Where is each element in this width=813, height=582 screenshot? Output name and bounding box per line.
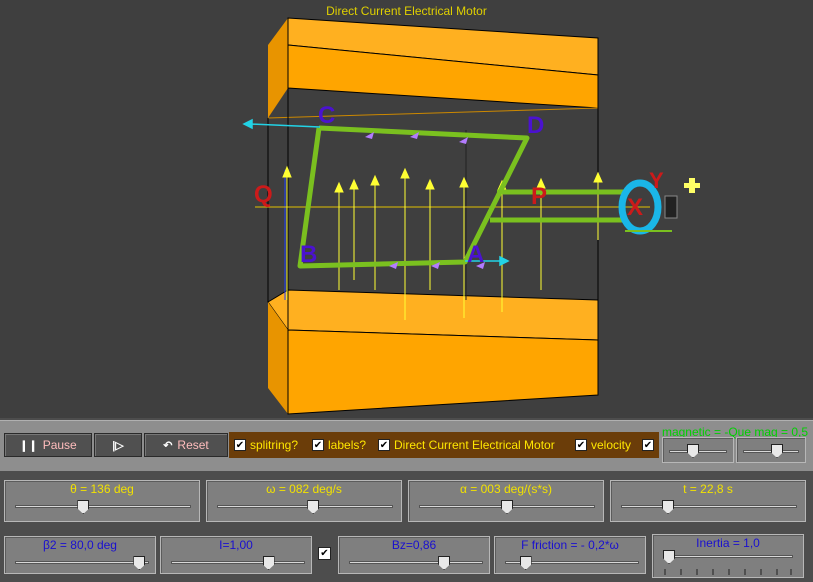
magnetic-slider-thumb[interactable] [687, 444, 699, 458]
options-bar: ✔ splitring? ✔ labels? ✔ Direct Current … [229, 432, 659, 458]
omega-slider-thumb[interactable] [307, 500, 320, 514]
bz-slider-thumb[interactable] [438, 556, 451, 570]
omega-slider-track[interactable] [217, 505, 393, 508]
theta-slider-label: θ = 136 deg [70, 482, 134, 496]
time-slider-thumb[interactable] [662, 500, 674, 514]
pause-button[interactable]: ❙❙ Pause [4, 433, 92, 457]
simulation-title: Direct Current Electrical Motor [326, 4, 487, 18]
inertia-slider-ticks [664, 569, 792, 575]
omega-slider-box: ω = 082 deg/s [206, 480, 402, 522]
current-slider-label: I=1,00 [219, 538, 253, 552]
current-slider-thumb[interactable] [262, 556, 275, 570]
magnetic-slider-box [662, 437, 734, 463]
velocity-checkbox[interactable]: ✔ velocity [575, 437, 631, 453]
label-Y: Y [649, 168, 664, 193]
time-slider-track[interactable] [621, 505, 797, 508]
current-slider-track[interactable] [171, 561, 305, 564]
que-mag-slider-thumb[interactable] [771, 444, 783, 458]
checkbox-mark: ✔ [234, 439, 246, 451]
alpha-slider-thumb[interactable] [501, 500, 513, 514]
friction-slider-box: F friction = - 0,2*ω [494, 536, 646, 574]
label-D: D [527, 112, 545, 139]
alpha-slider-label: α = 003 deg/(s*s) [460, 482, 552, 496]
label-C: C [318, 102, 336, 129]
omega-slider-label: ω = 082 deg/s [266, 482, 342, 496]
friction-slider-label: F friction = - 0,2*ω [521, 538, 619, 552]
labels-checkbox-label: labels? [328, 438, 367, 452]
friction-slider-thumb[interactable] [519, 556, 532, 570]
bz-slider-label: Bz=0,86 [391, 538, 437, 552]
label-B: B [300, 241, 318, 268]
step-icon: |▷ [112, 439, 124, 452]
label-A: A [467, 241, 485, 268]
bottom-magnet-front-face [287, 329, 599, 415]
alpha-slider-box: α = 003 deg/(s*s) [408, 480, 604, 522]
label-Q: Q [254, 181, 273, 208]
beta2-slider-label: β2 = 80,0 deg [43, 538, 117, 552]
splitring-checkbox[interactable]: ✔ splitring? [234, 437, 298, 453]
motor-3d-scene [242, 17, 700, 415]
reset-icon: ↶ [163, 439, 173, 452]
inertia-slider-thumb[interactable] [663, 550, 675, 564]
inertia-slider-label: Inertia = 1,0 [696, 536, 760, 550]
pause-icon: ❙❙ [19, 439, 38, 452]
que-mag-slider-box [736, 437, 806, 463]
checkbox-mark: ✔ [312, 439, 324, 451]
beta2-slider-thumb[interactable] [133, 556, 146, 570]
brush [664, 195, 678, 219]
current-slider-box: I=1,00 [160, 536, 312, 574]
positive-terminal-icon [684, 178, 700, 193]
title-checkbox[interactable]: ✔ Direct Current Electrical Motor [378, 437, 555, 453]
checkbox-mark: ✔ [642, 439, 654, 451]
labels-checkbox[interactable]: ✔ labels? [312, 437, 366, 453]
simulation-view[interactable]: Direct Current Electrical Motor C D B A … [0, 0, 813, 418]
checkbox-mark: ✔ [378, 439, 390, 451]
label-P: P [531, 183, 548, 210]
control-toolbar: ❙❙ Pause |▷ ↶ Reset ✔ splitring? ✔ label… [0, 420, 813, 471]
reset-button-label: Reset [177, 438, 209, 452]
bz-slider-track[interactable] [349, 561, 483, 564]
time-slider-label: t = 22,8 s [683, 482, 733, 496]
theta-slider-thumb[interactable] [77, 500, 90, 514]
beta2-slider-track[interactable] [15, 561, 149, 564]
pause-button-label: Pause [42, 438, 77, 452]
current-toggle-checkbox[interactable]: ✔ [318, 547, 331, 560]
label-X: X [627, 194, 644, 221]
beta2-slider-box: β2 = 80,0 deg [4, 536, 156, 574]
checkbox-mark: ✔ [575, 439, 587, 451]
armature-coil [297, 125, 625, 269]
extra-checkbox[interactable]: ✔ [642, 437, 654, 453]
top-magnet-side-face [268, 18, 288, 118]
step-button[interactable]: |▷ [94, 433, 142, 457]
time-slider-box: t = 22,8 s [610, 480, 806, 522]
bz-slider-box: Bz=0,86 [338, 536, 490, 574]
theta-slider-track[interactable] [15, 505, 191, 508]
reset-button[interactable]: ↶ Reset [144, 433, 228, 457]
title-checkbox-label: Direct Current Electrical Motor [394, 438, 555, 452]
velocity-checkbox-label: velocity [591, 438, 632, 452]
inertia-slider-track[interactable] [663, 555, 793, 558]
theta-slider-box: θ = 136 deg [4, 480, 200, 522]
splitring-checkbox-label: splitring? [250, 438, 299, 452]
